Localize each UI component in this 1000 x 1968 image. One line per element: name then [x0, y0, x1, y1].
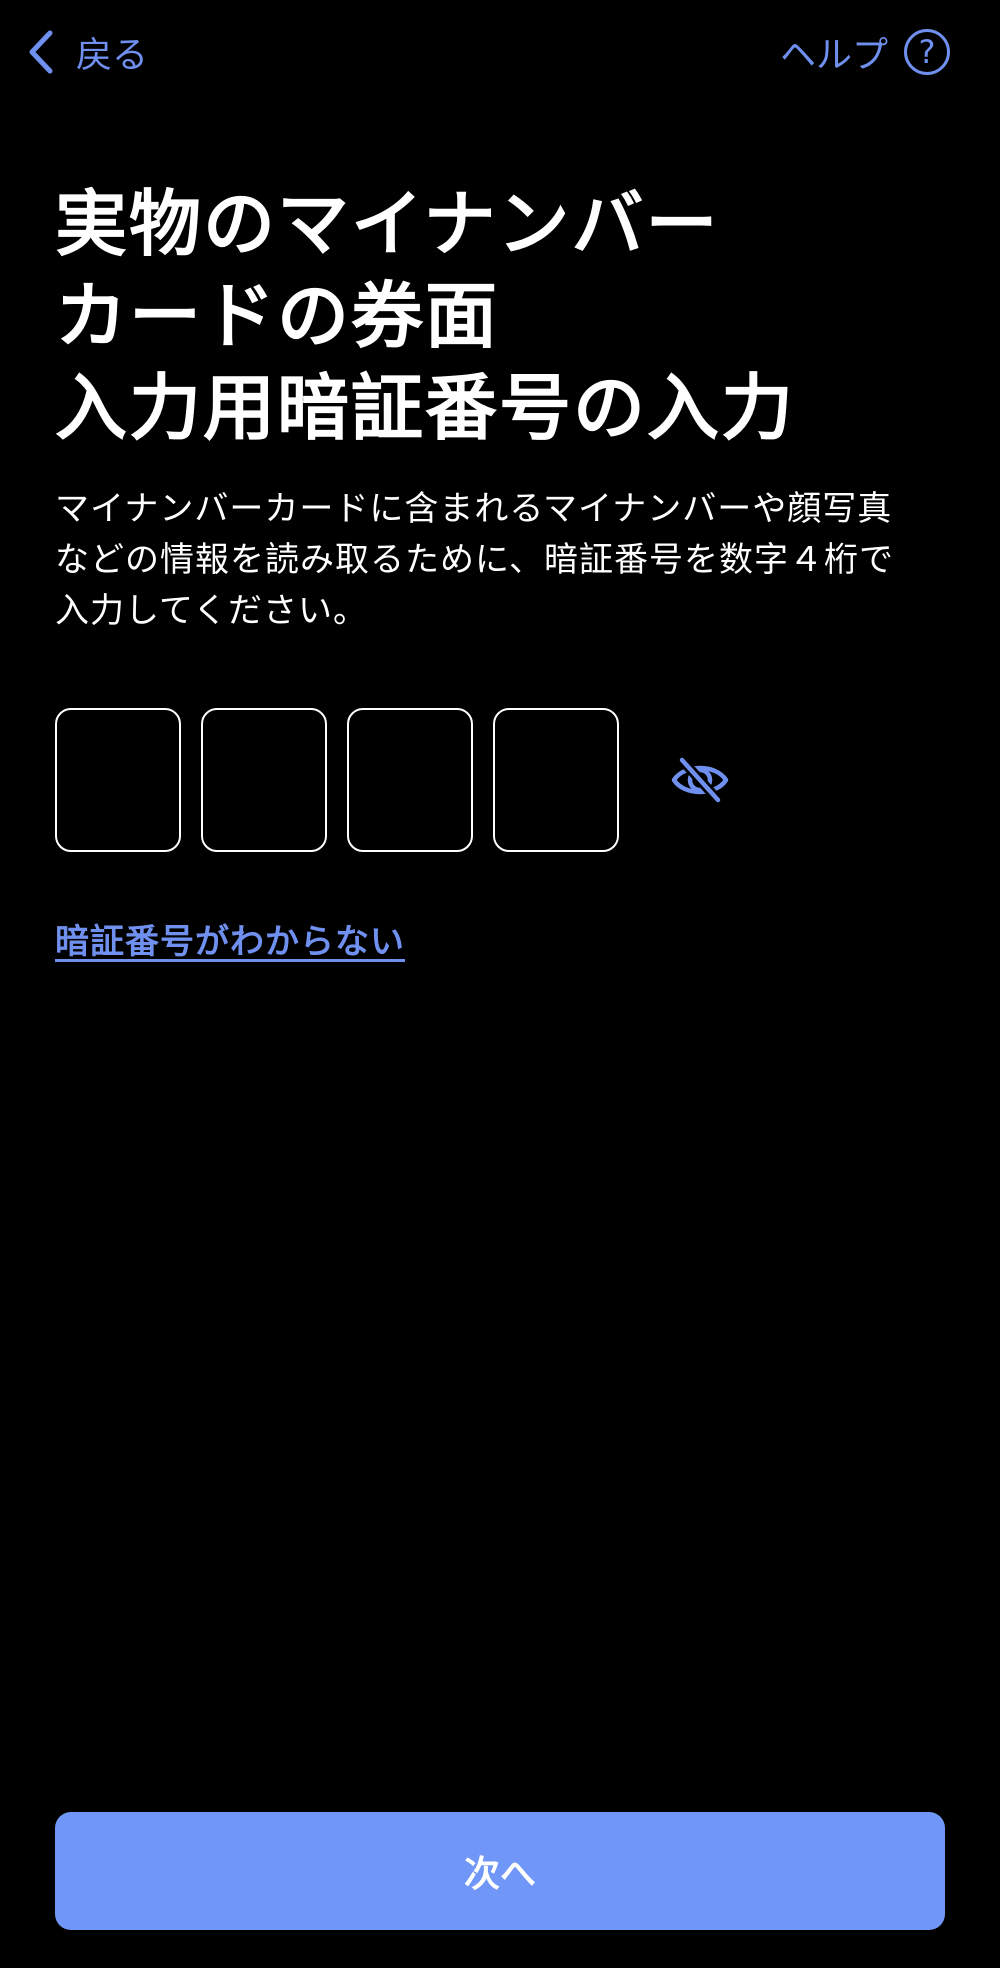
help-label: ヘルプ: [779, 35, 888, 76]
page-title-line: 実物のマイナンバー: [55, 182, 720, 266]
pin-input-group: [55, 708, 619, 852]
instruction-line: マイナンバーカードに含まれるマイナンバーや顔写真: [55, 489, 893, 529]
question-circle-icon: ?: [904, 29, 950, 75]
chevron-left-icon: [29, 30, 53, 74]
instruction-text: マイナンバーカードに含まれるマイナンバーや顔写真 などの情報を読み取るために、暗…: [55, 484, 955, 637]
next-button[interactable]: 次へ: [55, 1812, 945, 1930]
back-button[interactable]: 戻る: [26, 22, 148, 82]
pin-digit-2[interactable]: [201, 708, 327, 852]
toggle-pin-visibility-button[interactable]: [670, 752, 730, 808]
forgot-pin-link[interactable]: 暗証番号がわからない: [55, 914, 405, 963]
back-label: 戻る: [76, 35, 149, 76]
pin-digit-1[interactable]: [55, 708, 181, 852]
page-title: 実物のマイナンバー カードの券面 入力用暗証番号の入力: [55, 178, 955, 454]
eye-slash-icon: [671, 755, 729, 805]
pin-digit-3[interactable]: [347, 708, 473, 852]
page-title-line: カードの券面: [55, 274, 500, 358]
navigation-bar: 戻る ヘルプ ?: [0, 0, 1000, 100]
page-title-line: 入力用暗証番号の入力: [55, 366, 796, 450]
instruction-line: などの情報を読み取るために、暗証番号を数字４桁で: [55, 540, 894, 580]
instruction-line: 入力してください。: [55, 591, 368, 631]
pin-digit-4[interactable]: [493, 708, 619, 852]
help-button[interactable]: ヘルプ ?: [780, 24, 950, 80]
